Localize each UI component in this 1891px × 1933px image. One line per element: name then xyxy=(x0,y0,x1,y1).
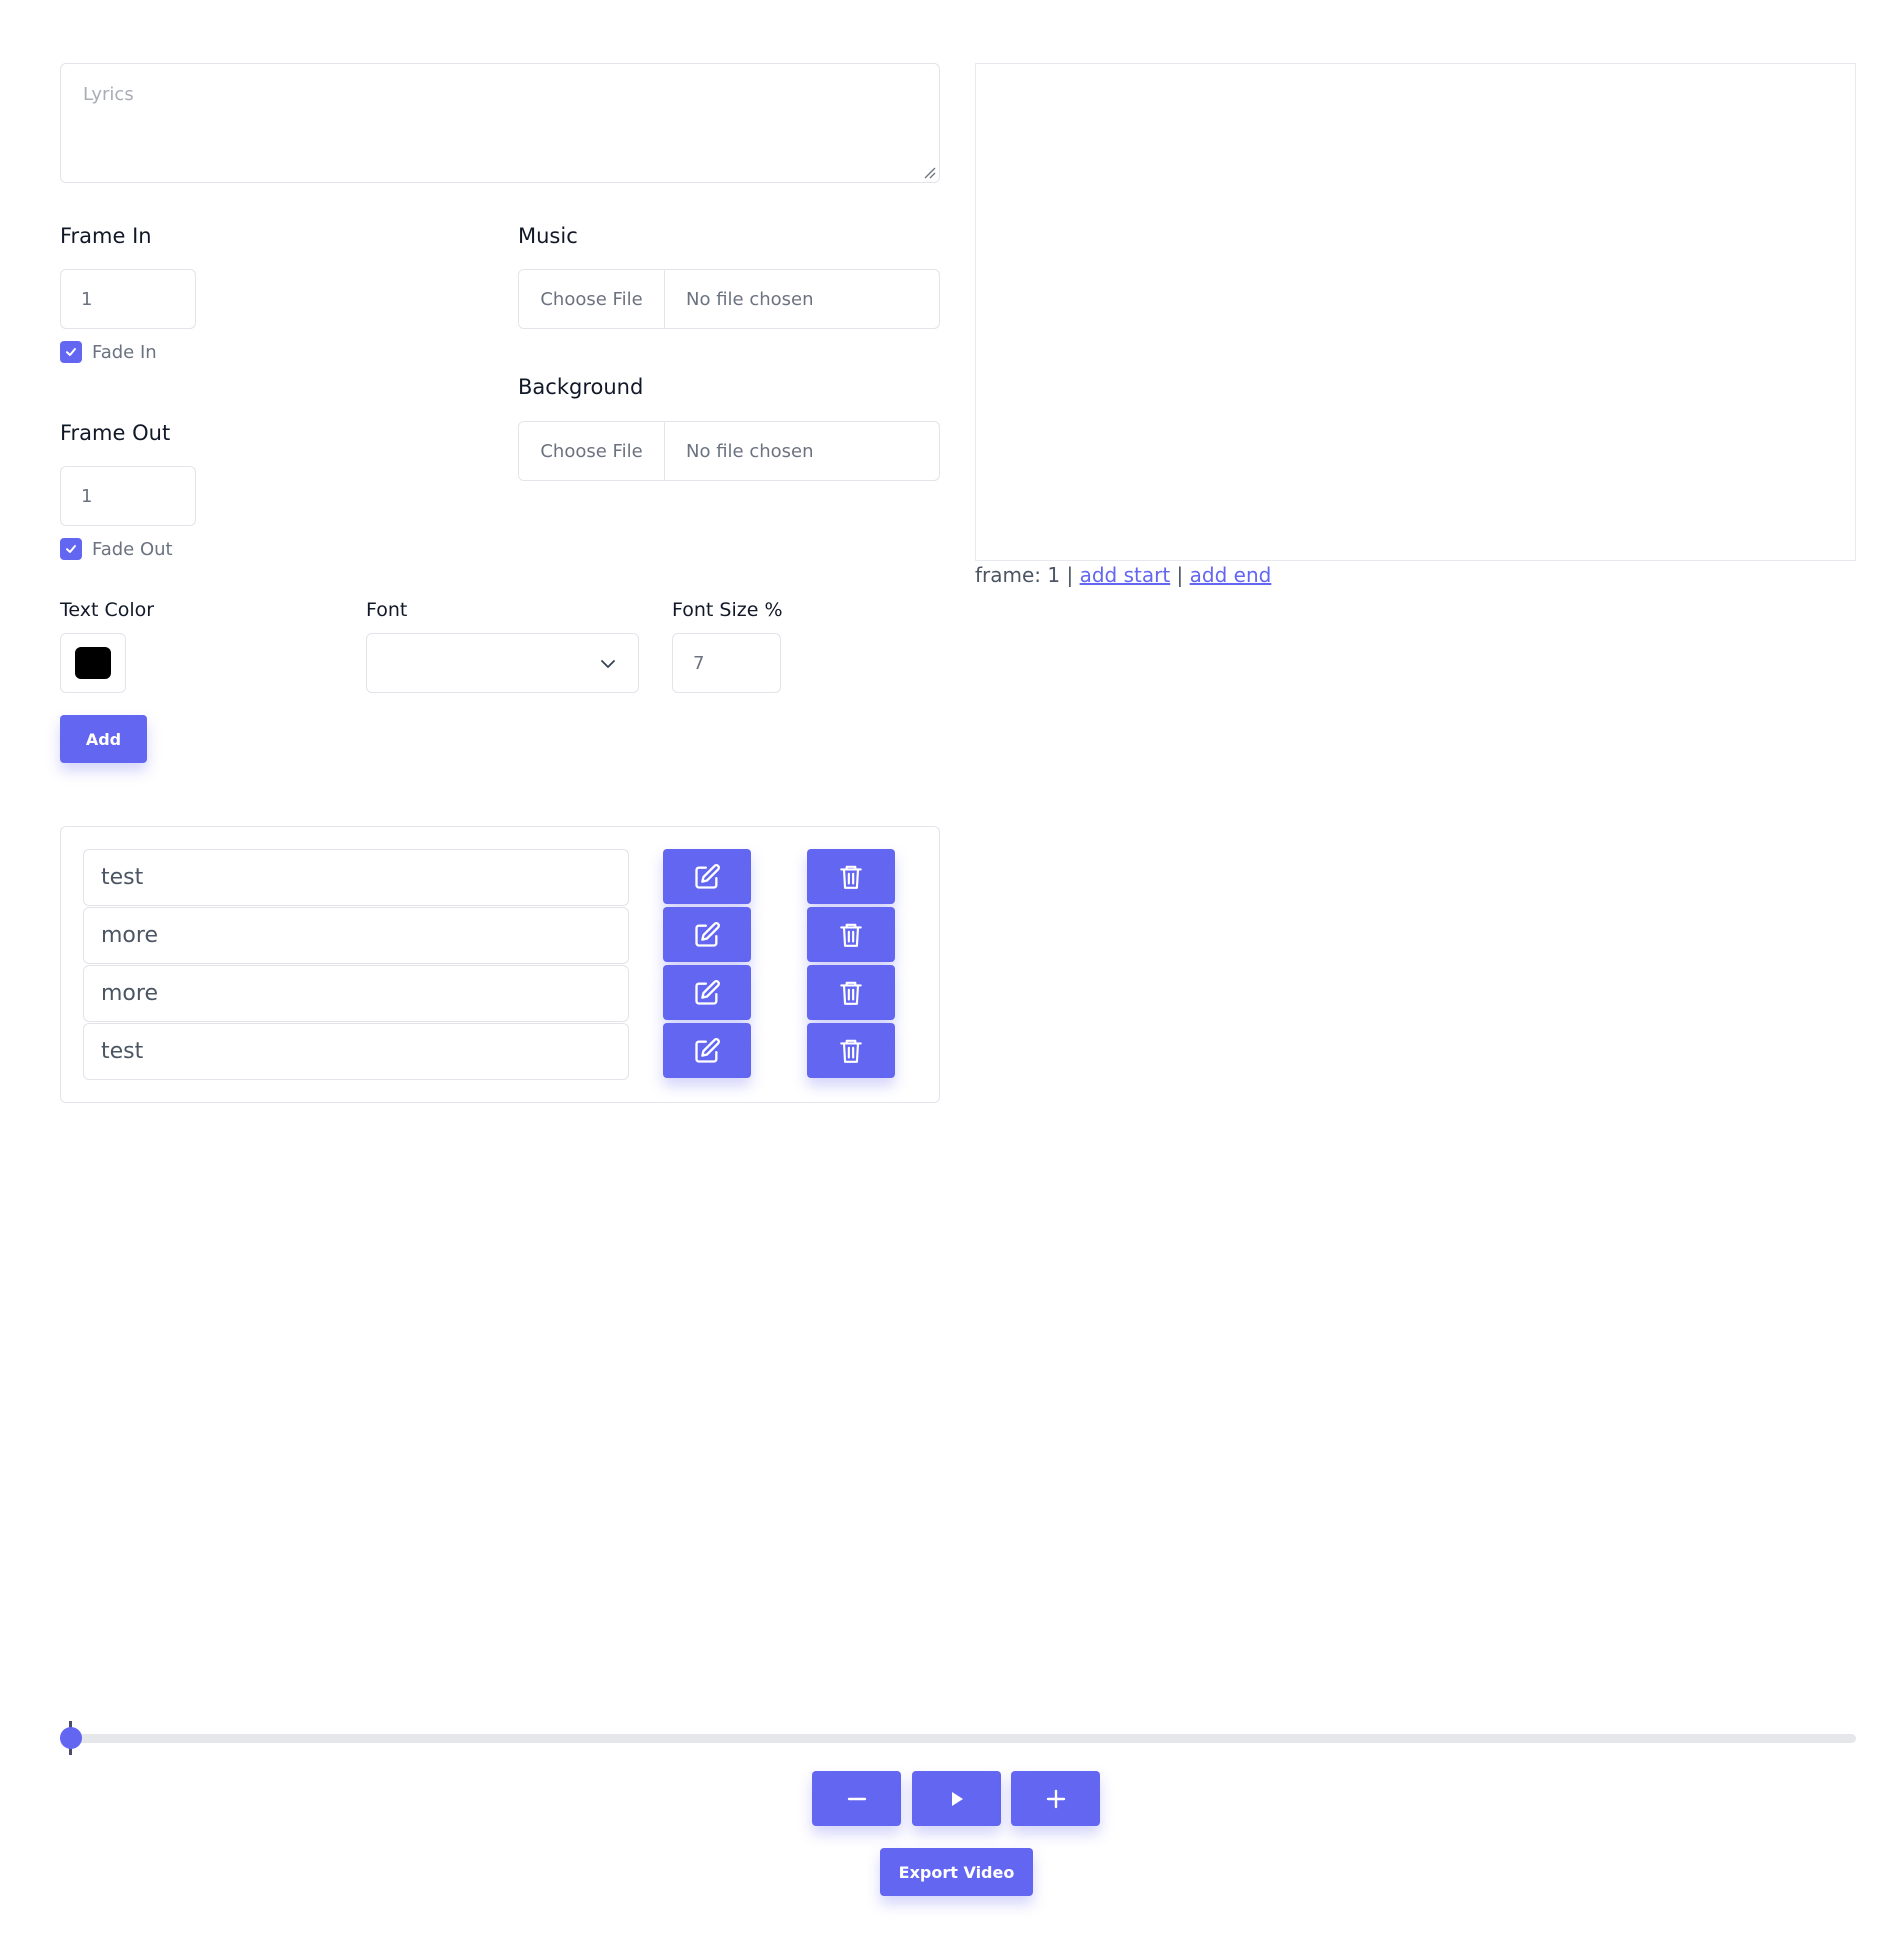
trash-icon xyxy=(840,1039,862,1063)
add-start-link[interactable]: add start xyxy=(1080,563,1171,587)
fade-in-checkbox[interactable] xyxy=(60,341,82,363)
frame-in-value: 1 xyxy=(81,288,93,310)
font-size-input[interactable]: 7 xyxy=(672,633,781,693)
edit-icon xyxy=(695,921,720,947)
edit-icon xyxy=(695,1037,720,1063)
font-select[interactable] xyxy=(366,633,639,693)
list-item: more xyxy=(83,965,913,1022)
edit-button[interactable] xyxy=(663,1023,751,1078)
preview-canvas xyxy=(975,63,1856,561)
text-color-swatch xyxy=(75,647,111,679)
timeline-track[interactable] xyxy=(60,1734,1856,1743)
edit-button[interactable] xyxy=(663,907,751,962)
fade-out-checkbox-group[interactable]: Fade Out xyxy=(60,538,173,560)
play-button[interactable] xyxy=(912,1771,1001,1826)
edit-icon xyxy=(695,979,720,1005)
lyrics-placeholder: Lyrics xyxy=(83,84,134,105)
background-file-input[interactable]: Choose File No file chosen xyxy=(518,421,940,481)
font-size-label: Font Size % xyxy=(672,599,783,621)
frame-in-label: Frame In xyxy=(60,224,152,248)
music-file-name: No file chosen xyxy=(686,288,814,310)
edit-button[interactable] xyxy=(663,965,751,1020)
background-file-name: No file chosen xyxy=(686,440,814,462)
frame-separator: | xyxy=(1176,563,1184,587)
add-end-link[interactable]: add end xyxy=(1190,563,1272,587)
delete-button[interactable] xyxy=(807,907,895,962)
delete-button[interactable] xyxy=(807,965,895,1020)
fade-out-checkbox[interactable] xyxy=(60,538,82,560)
trash-icon xyxy=(840,865,862,889)
chevron-down-icon xyxy=(601,660,615,668)
edit-button[interactable] xyxy=(663,849,751,904)
lyrics-textarea[interactable]: Lyrics xyxy=(60,63,940,183)
play-icon xyxy=(951,1791,963,1806)
music-label: Music xyxy=(518,224,578,248)
delete-button[interactable] xyxy=(807,849,895,904)
lyric-text-field[interactable]: test xyxy=(83,849,629,906)
frame-prefix: frame: 1 | xyxy=(975,563,1074,587)
list-item: test xyxy=(83,849,913,906)
lyric-text-field[interactable]: more xyxy=(83,907,629,964)
list-item: more xyxy=(83,907,913,964)
add-button[interactable]: Add xyxy=(60,715,147,763)
frame-out-label: Frame Out xyxy=(60,421,171,445)
list-item: test xyxy=(83,1023,913,1080)
text-color-label: Text Color xyxy=(60,599,155,621)
lyric-text-field[interactable]: more xyxy=(83,965,629,1022)
background-label: Background xyxy=(518,375,644,399)
frame-out-value: 1 xyxy=(81,485,93,507)
fade-in-checkbox-group[interactable]: Fade In xyxy=(60,341,157,363)
check-icon xyxy=(66,348,76,356)
frame-out-input[interactable]: 1 xyxy=(60,466,196,526)
fade-out-label: Fade Out xyxy=(92,538,173,560)
background-choose-file-button[interactable]: Choose File xyxy=(519,422,665,480)
edit-icon xyxy=(695,863,720,889)
check-icon xyxy=(66,545,76,553)
frame-in-input[interactable]: 1 xyxy=(60,269,196,329)
frame-status: frame: 1 | add start | add end xyxy=(975,563,1271,587)
resize-grip-icon[interactable] xyxy=(924,167,936,179)
font-size-value: 7 xyxy=(693,652,705,674)
trash-icon xyxy=(840,923,862,947)
fade-in-label: Fade In xyxy=(92,341,157,363)
minus-icon xyxy=(847,1797,866,1800)
frame-back-button[interactable] xyxy=(812,1771,901,1826)
plus-icon xyxy=(1046,1789,1065,1808)
music-choose-file-button[interactable]: Choose File xyxy=(519,270,665,328)
lyrics-list: test more more test xyxy=(60,826,940,1103)
trash-icon xyxy=(840,981,862,1005)
text-color-picker[interactable] xyxy=(60,633,126,693)
export-video-button[interactable]: Export Video xyxy=(880,1848,1033,1896)
frame-forward-button[interactable] xyxy=(1011,1771,1100,1826)
font-label: Font xyxy=(366,599,408,621)
delete-button[interactable] xyxy=(807,1023,895,1078)
music-file-input[interactable]: Choose File No file chosen xyxy=(518,269,940,329)
timeline-thumb[interactable] xyxy=(60,1727,82,1749)
lyric-text-field[interactable]: test xyxy=(83,1023,629,1080)
